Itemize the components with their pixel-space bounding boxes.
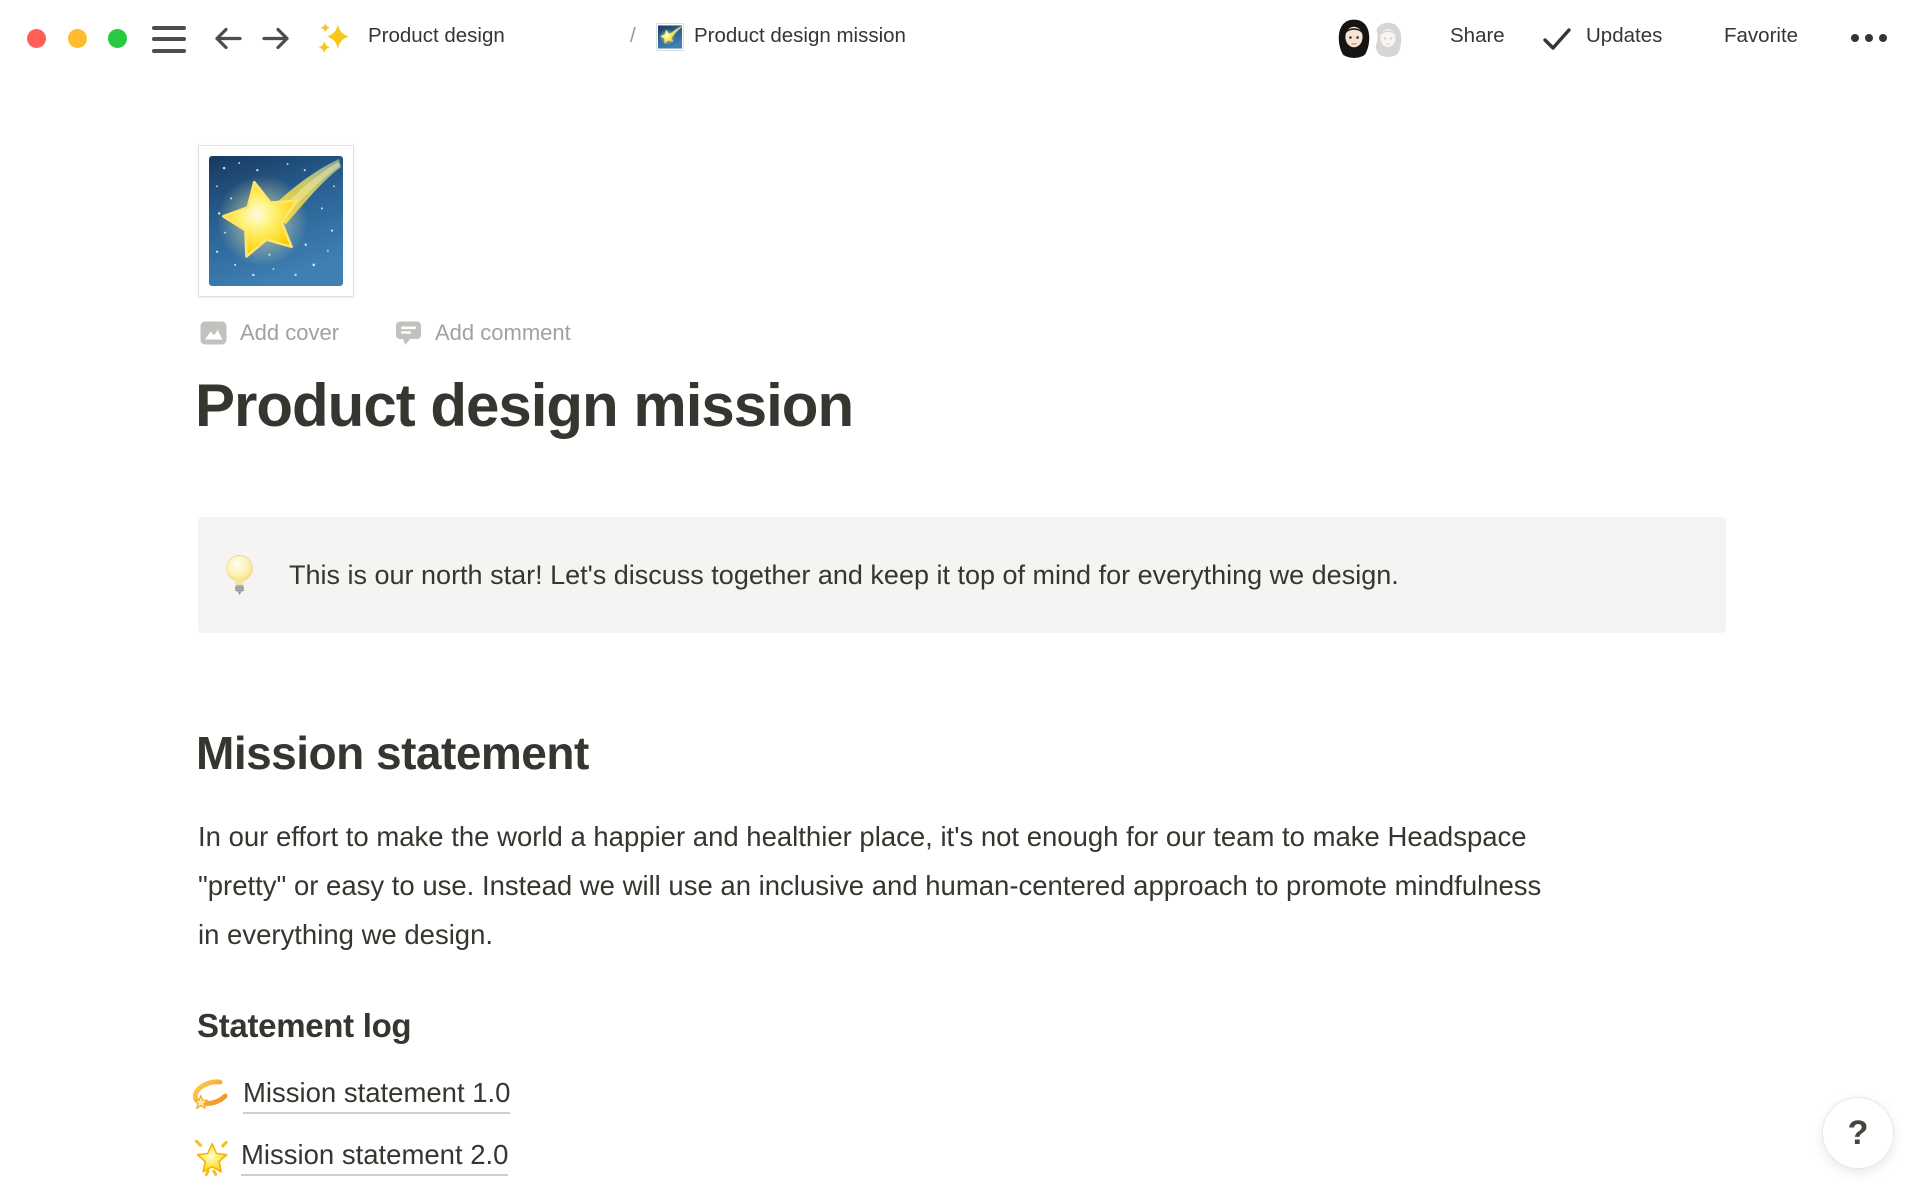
forward-arrow-icon[interactable]: [261, 26, 291, 51]
callout-block[interactable]: This is our north star! Let's discuss to…: [198, 517, 1726, 633]
paragraph-line: in everything we design.: [198, 910, 1541, 959]
link-mission-statement-1[interactable]: Mission statement 1.0: [190, 1074, 510, 1116]
image-icon: [200, 321, 227, 345]
sparkles-icon: [316, 21, 352, 56]
more-options-icon[interactable]: [1851, 34, 1887, 42]
share-button[interactable]: Share: [1450, 24, 1505, 48]
back-arrow-icon[interactable]: [213, 26, 243, 51]
window-zoom-button[interactable]: [108, 29, 127, 48]
breadcrumb-separator: /: [630, 24, 636, 48]
comment-icon: [395, 320, 422, 346]
page-icon[interactable]: [198, 145, 354, 297]
paragraph-line: In our effort to make the world a happie…: [198, 812, 1541, 861]
breadcrumb-root[interactable]: Product design: [368, 24, 505, 48]
sidebar-menu-icon[interactable]: [152, 26, 186, 53]
link-label[interactable]: Mission statement 1.0: [243, 1077, 510, 1114]
avatar[interactable]: [1333, 16, 1375, 58]
mission-paragraph[interactable]: In our effort to make the world a happie…: [198, 812, 1541, 959]
glowing-star-icon: [190, 1136, 232, 1178]
dizzy-icon: [190, 1074, 234, 1116]
add-cover-label: Add cover: [240, 320, 339, 346]
link-label[interactable]: Mission statement 2.0: [241, 1139, 508, 1176]
page-title[interactable]: Product design mission: [195, 371, 853, 440]
help-label: ?: [1848, 1114, 1869, 1153]
light-bulb-icon: [226, 553, 253, 597]
breadcrumb-current[interactable]: Product design mission: [694, 24, 906, 48]
add-cover-button[interactable]: Add cover: [200, 320, 339, 346]
checkmark-icon: [1541, 27, 1573, 51]
statement-log-heading[interactable]: Statement log: [197, 1007, 411, 1045]
updates-button[interactable]: Updates: [1586, 24, 1662, 48]
link-mission-statement-2[interactable]: Mission statement 2.0: [190, 1136, 508, 1178]
callout-text: This is our north star! Let's discuss to…: [289, 560, 1399, 591]
mission-statement-heading[interactable]: Mission statement: [196, 726, 589, 780]
window-close-button[interactable]: [27, 29, 46, 48]
add-comment-label: Add comment: [435, 320, 571, 346]
breadcrumb-page-icon[interactable]: [656, 23, 684, 51]
add-comment-button[interactable]: Add comment: [395, 320, 571, 346]
favorite-button[interactable]: Favorite: [1724, 24, 1798, 48]
paragraph-line: "pretty" or easy to use. Instead we will…: [198, 861, 1541, 910]
help-button[interactable]: ?: [1822, 1097, 1894, 1169]
shooting-star-icon: [209, 156, 343, 286]
window-minimize-button[interactable]: [68, 29, 87, 48]
